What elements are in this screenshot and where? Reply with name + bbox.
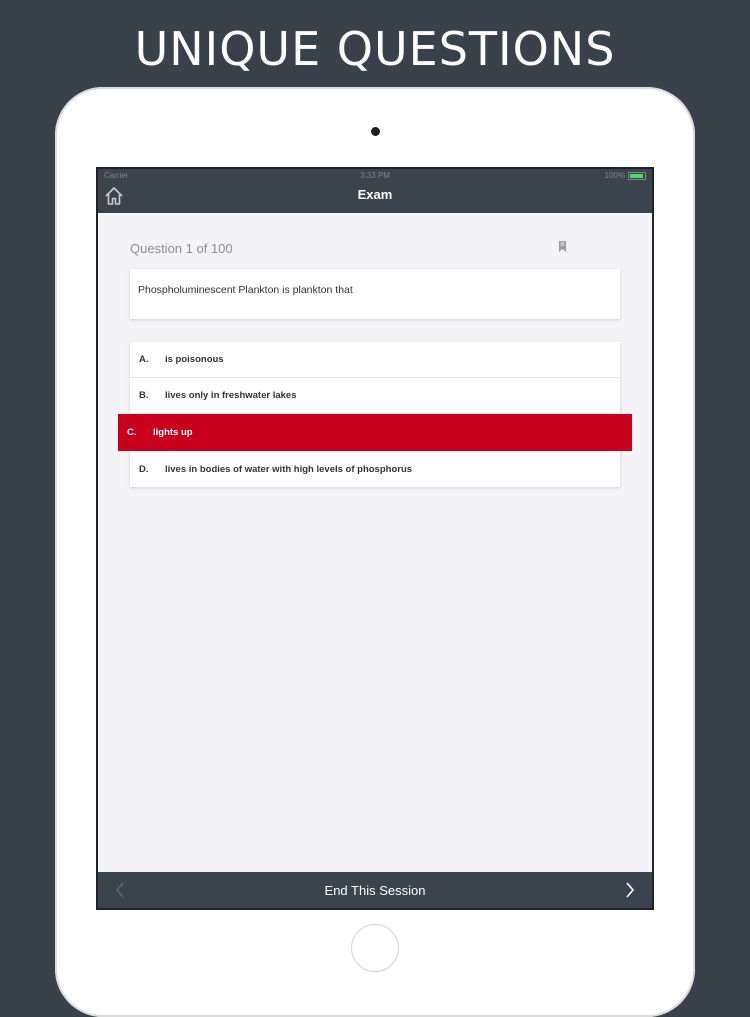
status-bar: Carrier 3:33 PM 100% <box>98 169 652 183</box>
answer-letter: D. <box>139 463 149 475</box>
question-counter: Question 1 of 100 <box>130 241 233 256</box>
page-title: Exam <box>357 187 393 202</box>
answer-text: is poisonous <box>165 354 224 365</box>
status-battery: 100% <box>605 171 646 180</box>
answer-option-a[interactable]: A. is poisonous <box>130 342 620 378</box>
answer-text: lives only in freshwater lakes <box>165 390 297 401</box>
app-screen: Carrier 3:33 PM 100% Exam Question 1 of … <box>96 167 654 910</box>
answer-letter: A. <box>139 354 149 365</box>
device-home-button <box>351 924 399 972</box>
battery-icon <box>628 171 646 180</box>
answer-list: A. is poisonous B. lives only in freshwa… <box>118 342 632 487</box>
answer-option-b[interactable]: B. lives only in freshwater lakes <box>130 378 620 414</box>
question-card: Phospholuminescent Plankton is plankton … <box>130 269 620 319</box>
status-time: 3:33 PM <box>360 171 390 180</box>
battery-percent: 100% <box>604 171 625 180</box>
answer-text: lights up <box>153 427 193 438</box>
chevron-right-icon[interactable] <box>624 881 636 899</box>
answer-letter: C. <box>127 427 137 438</box>
promo-title: UNIQUE QUESTIONS <box>134 22 616 76</box>
bookmark-icon[interactable] <box>558 240 567 253</box>
end-session-button[interactable]: End This Session <box>98 883 652 898</box>
answer-option-c[interactable]: C. lights up <box>118 414 632 451</box>
nav-bar: Exam <box>98 183 652 213</box>
answer-text: lives in bodies of water with high level… <box>165 463 413 475</box>
camera <box>371 127 380 136</box>
question-text: Phospholuminescent Plankton is plankton … <box>138 284 353 296</box>
bottom-bar: End This Session <box>98 872 652 908</box>
answer-letter: B. <box>139 390 149 401</box>
answer-option-d[interactable]: D. lives in bodies of water with high le… <box>130 451 620 487</box>
tablet-frame: Carrier 3:33 PM 100% Exam Question 1 of … <box>55 87 695 1017</box>
